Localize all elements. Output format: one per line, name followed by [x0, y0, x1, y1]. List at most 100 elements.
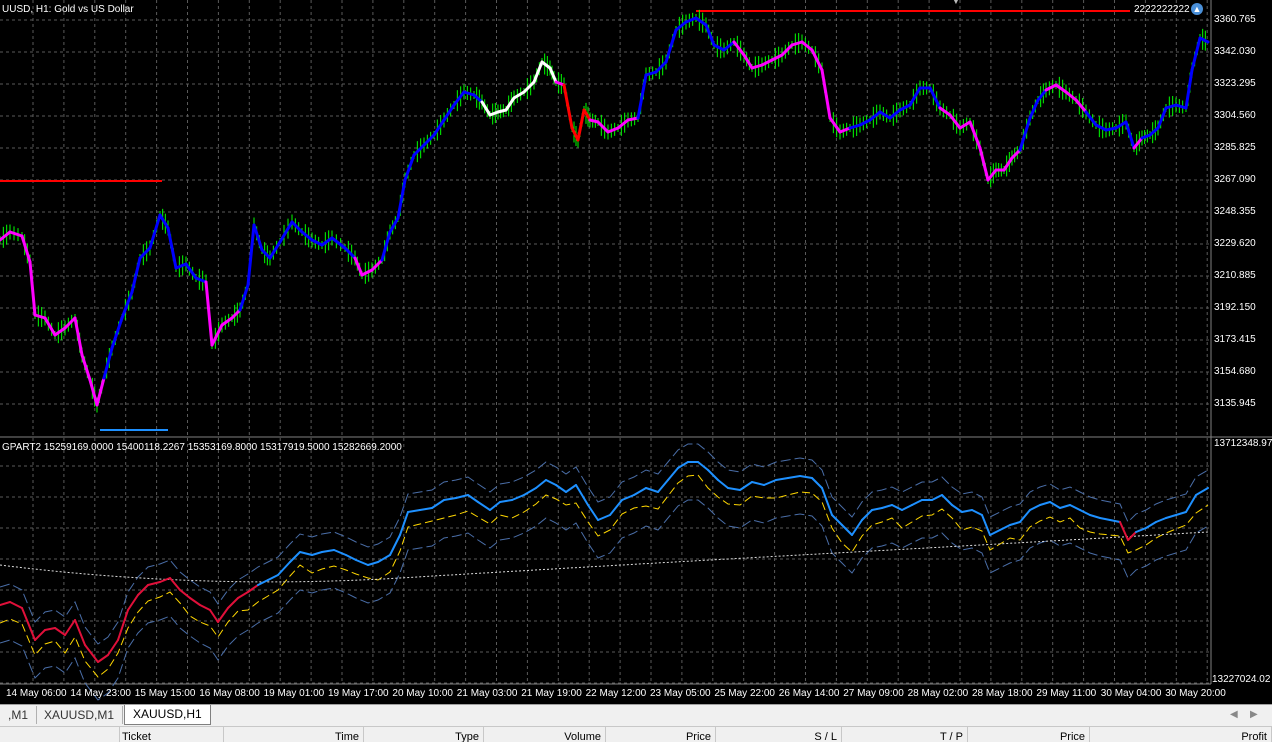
indicator-bottom-label: 13227024.02	[1212, 674, 1271, 685]
trend-segment	[166, 226, 178, 270]
tab-m1[interactable]: ,M1	[0, 706, 38, 724]
tab-xauusd-h1[interactable]: XAUUSD,H1	[124, 705, 211, 725]
indicator-segment	[981, 514, 991, 536]
indicator-segment	[299, 551, 313, 556]
indicator-segment	[841, 524, 853, 536]
trend-segment	[732, 40, 746, 57]
trend-segment	[412, 143, 426, 157]
trend-segment	[1010, 148, 1022, 160]
trend-segment	[95, 376, 106, 407]
trend-segment	[654, 60, 668, 74]
indicator-segment	[1155, 517, 1167, 523]
trend-segment	[380, 230, 392, 262]
indicator-top-label: 13712348.97	[1214, 438, 1272, 449]
col-price-current[interactable]: Price	[968, 727, 1090, 742]
price-tick-label: 3248.355	[1214, 206, 1256, 217]
trend-segment	[353, 256, 364, 277]
trend-segment	[33, 313, 47, 320]
indicator-segment	[169, 577, 181, 591]
trend-segment	[343, 246, 357, 260]
trend-segment	[644, 70, 658, 77]
trend-segment	[898, 103, 912, 112]
trend-segment	[1114, 120, 1128, 130]
trend-segment	[820, 68, 832, 120]
indicator-segment	[477, 501, 491, 511]
date-tick-label: 14 May 23:00	[70, 688, 131, 699]
indicator-segment	[1089, 514, 1101, 519]
indicator-segment	[633, 487, 647, 496]
date-tick-label: 22 May 12:00	[585, 688, 647, 699]
trend-segment	[986, 168, 998, 182]
trend-segment	[694, 16, 708, 27]
indicator-segment	[1165, 514, 1177, 519]
trend-segment	[80, 353, 92, 382]
col-profit[interactable]: Profit	[1090, 727, 1272, 742]
col-volume[interactable]: Volume	[484, 727, 606, 742]
col-sl[interactable]: S / L	[716, 727, 842, 742]
trend-segment	[462, 90, 476, 97]
col-price[interactable]: Price	[606, 727, 716, 742]
price-tick-label: 3285.825	[1214, 142, 1256, 153]
trend-segment	[360, 268, 374, 277]
indicator-segment	[217, 607, 229, 623]
indicator-segment	[443, 497, 457, 501]
trend-segment	[102, 346, 114, 380]
indicator-segment	[1099, 517, 1111, 521]
trend-segment	[704, 23, 716, 47]
chart-area[interactable]: UUSD, H1: Gold vs US Dollar 2222222222 ▲…	[0, 0, 1272, 704]
trend-segment	[636, 73, 648, 120]
chart-canvas[interactable]	[0, 0, 1272, 704]
indicator-segment	[489, 501, 501, 511]
indicator-band	[0, 499, 1209, 701]
trend-segment	[1074, 98, 1088, 114]
col-time[interactable]: Time	[224, 727, 364, 742]
indicator-segment	[727, 487, 741, 491]
price-tick-label: 3267.090	[1214, 174, 1256, 185]
trend-segment	[120, 290, 134, 320]
trend-segment	[828, 116, 842, 134]
indicator-segment	[799, 475, 813, 479]
trend-segment	[1148, 126, 1160, 137]
chevron-down-icon[interactable]: ▼	[951, 0, 961, 7]
tab-xauusd-m1[interactable]: XAUUSD,M1	[36, 706, 124, 724]
trend-segment	[88, 378, 99, 407]
indicator-segment	[545, 479, 557, 486]
trend-segment	[1094, 123, 1108, 132]
trend-segment	[532, 60, 544, 84]
indicator-segment	[1195, 487, 1209, 496]
trend-segment	[194, 276, 208, 284]
tab-scroll-right-icon[interactable]: ▶	[1250, 709, 1258, 720]
trend-segment	[204, 280, 214, 347]
trend-segment	[760, 58, 774, 67]
trend-segment	[664, 28, 678, 64]
trend-segment	[110, 316, 124, 350]
trend-segment	[684, 16, 698, 24]
trend-segment	[722, 40, 736, 52]
indicator-segment	[831, 514, 843, 526]
trend-segment	[576, 108, 586, 142]
col-type[interactable]: Type	[364, 727, 484, 742]
indicator-segment	[931, 494, 943, 501]
trend-segment	[810, 48, 824, 72]
indicator-segment	[971, 509, 983, 516]
date-tick-label: 14 May 06:00	[6, 688, 67, 699]
trend-segment	[210, 323, 224, 347]
indicator-segment	[667, 467, 679, 481]
indicator-segment	[911, 499, 923, 506]
graduation-cap-icon[interactable]: ▲	[1191, 3, 1203, 15]
date-tick-label: 21 May 19:00	[521, 688, 582, 699]
indicator-segment	[1119, 521, 1129, 541]
indicator-segment	[787, 475, 801, 479]
trend-segment	[278, 220, 294, 244]
indicator-segment	[64, 619, 76, 636]
indicator-mid-band	[0, 474, 1209, 678]
trend-segment	[130, 256, 142, 294]
date-tick-label: 25 May 22:00	[714, 688, 775, 699]
trend-segment	[480, 100, 492, 117]
col-tp[interactable]: T / P	[842, 727, 968, 742]
tab-scroll-left-icon[interactable]: ◀	[1230, 709, 1238, 720]
indicator-segment	[237, 591, 249, 599]
indicator-segment	[901, 504, 913, 511]
col-blank[interactable]	[0, 727, 120, 742]
col-ticket[interactable]: Ticket	[120, 727, 224, 742]
